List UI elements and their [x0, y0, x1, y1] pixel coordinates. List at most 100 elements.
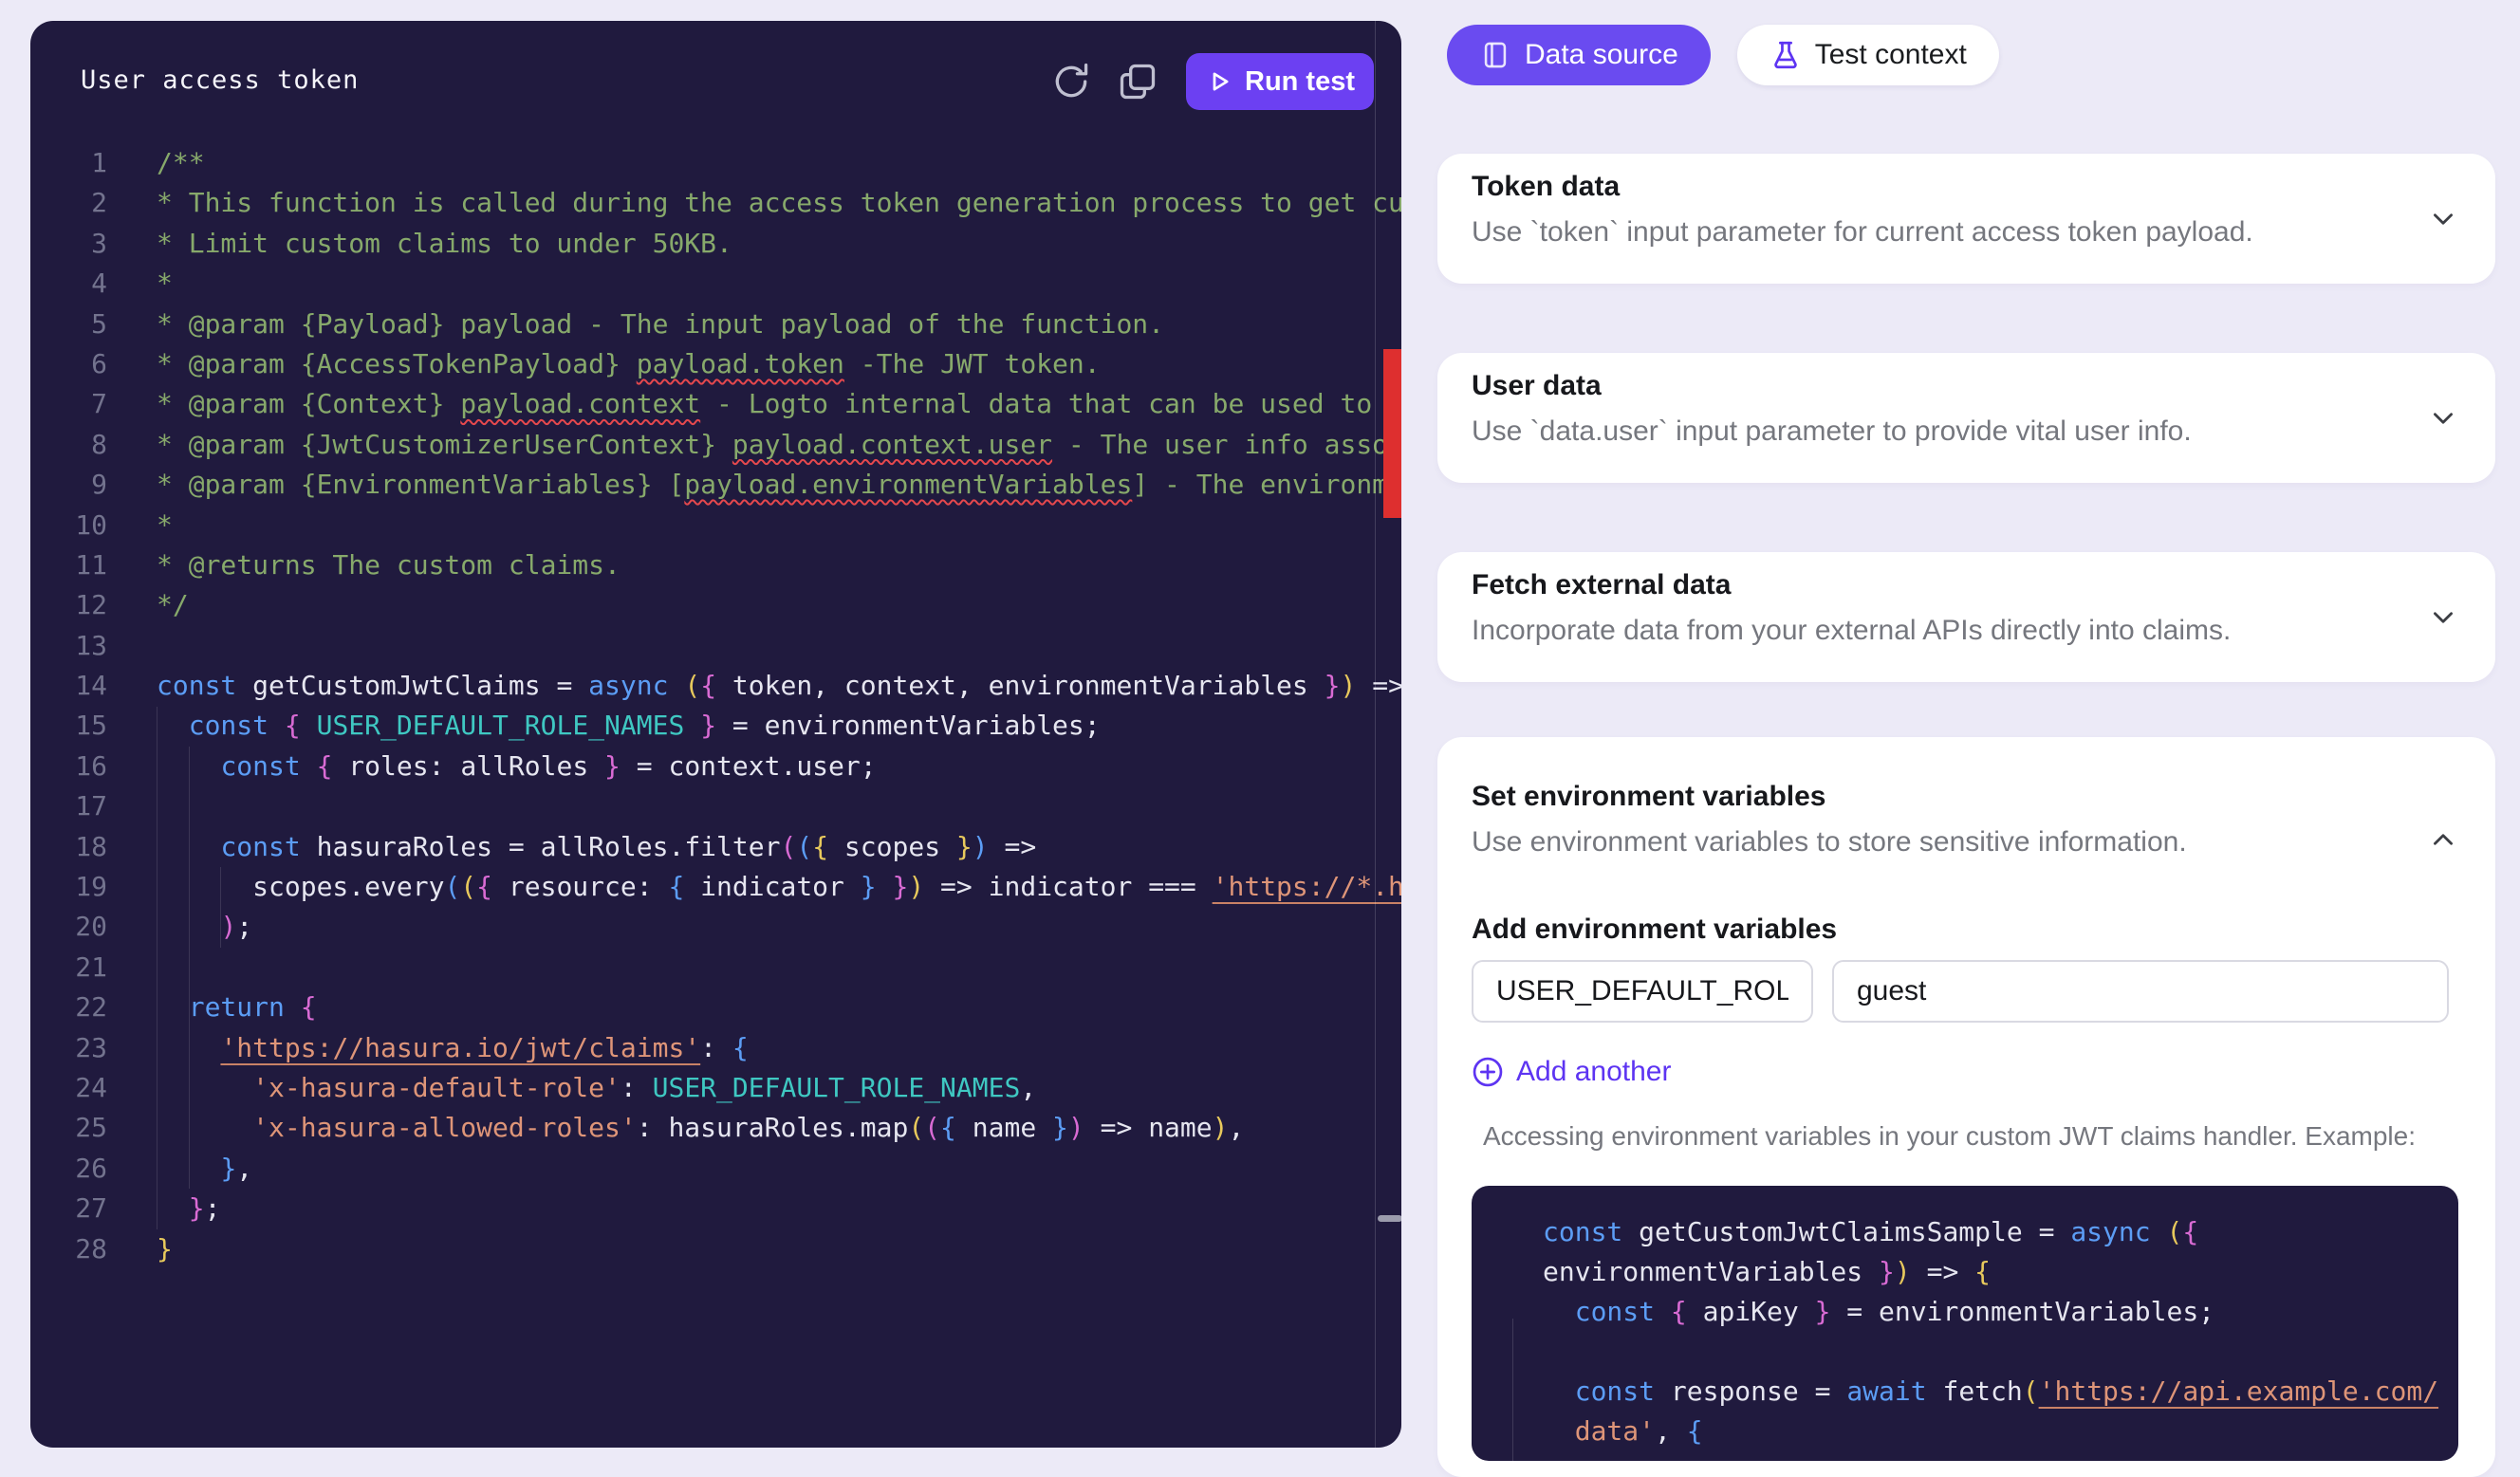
error-marker [1383, 349, 1401, 518]
code-line: 17 [30, 786, 1401, 826]
line-number: 22 [30, 988, 107, 1027]
code-line: 3* Limit custom claims to under 50KB. [30, 224, 1401, 264]
add-another-label: Add another [1516, 1056, 1671, 1088]
chevron-up-icon[interactable] [2429, 825, 2457, 854]
line-number: 2 [30, 183, 107, 223]
sample-code-line: const response = await fetch('https://ap… [1543, 1372, 2458, 1412]
token-data-card: Token data Use `token` input parameter f… [1437, 154, 2495, 284]
sample-code-block: const getCustomJwtClaimsSample = async (… [1472, 1186, 2458, 1461]
line-number: 12 [30, 585, 107, 625]
sample-code-line: environmentVariables }) => { [1543, 1252, 2458, 1292]
code-lines: 1/**2* This function is called during th… [30, 143, 1401, 1269]
line-number: 10 [30, 506, 107, 545]
indent-guide [157, 707, 158, 1229]
code-line: 13 [30, 626, 1401, 666]
card-description: Use `data.user` input parameter to provi… [1472, 414, 2461, 450]
tab-test-context[interactable]: Test context [1737, 25, 1999, 85]
code-line: 18 const hasuraRoles = allRoles.filter((… [30, 827, 1401, 867]
line-number: 23 [30, 1028, 107, 1068]
code-line: 1/** [30, 143, 1401, 183]
add-another-button[interactable]: Add another [1472, 1056, 1671, 1088]
code-line: 14const getCustomJwtClaims = async ({ to… [30, 666, 1401, 706]
sample-code-line: data', { [1543, 1412, 2458, 1451]
line-number: 27 [30, 1189, 107, 1228]
line-number: 7 [30, 384, 107, 424]
line-number: 1 [30, 143, 107, 183]
play-icon [1205, 67, 1233, 96]
code-line: 24 'x-hasura-default-role': USER_DEFAULT… [30, 1068, 1401, 1108]
indent-guide [189, 747, 190, 1189]
env-key-input[interactable] [1472, 960, 1813, 1023]
code-line: 16 const { roles: allRoles } = context.u… [30, 747, 1401, 786]
code-line: 15 const { USER_DEFAULT_ROLE_NAMES } = e… [30, 706, 1401, 746]
horizontal-scrollbar[interactable] [1378, 1215, 1401, 1222]
code-line: 28} [30, 1229, 1401, 1269]
user-data-card: User data Use `data.user` input paramete… [1437, 353, 2495, 483]
line-number: 18 [30, 827, 107, 867]
line-number: 19 [30, 867, 107, 907]
line-number: 8 [30, 425, 107, 465]
code-line: 19 scopes.every(({ resource: { indicator… [30, 867, 1401, 907]
chevron-down-icon[interactable] [2429, 603, 2457, 632]
copy-icon [1117, 61, 1158, 102]
tab-data-source[interactable]: Data source [1447, 25, 1711, 85]
editor-title: User access token [81, 65, 359, 95]
line-number: 24 [30, 1068, 107, 1108]
fetch-external-data-card: Fetch external data Incorporate data fro… [1437, 552, 2495, 682]
line-number: 16 [30, 747, 107, 786]
card-description: Use environment variables to store sensi… [1472, 824, 2461, 860]
run-test-button[interactable]: Run test [1186, 53, 1374, 110]
indent-guide [1512, 1319, 1513, 1461]
code-area[interactable]: 1/**2* This function is called during th… [30, 143, 1401, 1448]
line-number: 21 [30, 948, 107, 988]
code-line: 7* @param {Context} payload.context - Lo… [30, 384, 1401, 424]
card-title: Set environment variables [1472, 779, 2461, 815]
copy-button[interactable] [1117, 61, 1158, 102]
code-line: 23 'https://hasura.io/jwt/claims': { [30, 1028, 1401, 1068]
line-number: 6 [30, 344, 107, 384]
line-number: 14 [30, 666, 107, 706]
env-value-input[interactable] [1832, 960, 2449, 1023]
set-environment-variables-card: Set environment variables Use environmen… [1437, 737, 2495, 1477]
code-line: 10* [30, 506, 1401, 545]
line-number: 3 [30, 224, 107, 264]
chevron-down-icon[interactable] [2429, 404, 2457, 433]
run-test-label: Run test [1245, 66, 1355, 98]
card-title: User data [1472, 368, 2461, 404]
code-line: 21 [30, 948, 1401, 988]
data-source-icon [1479, 39, 1511, 71]
page: { "editor": { "title": "User access toke… [0, 0, 2520, 1448]
plus-circle-icon [1472, 1056, 1504, 1088]
line-number: 9 [30, 465, 107, 505]
refresh-button[interactable] [1050, 61, 1092, 102]
line-number: 5 [30, 305, 107, 344]
code-line: 4* [30, 264, 1401, 304]
code-line: 6* @param {AccessTokenPayload} payload.t… [30, 344, 1401, 384]
line-number: 11 [30, 545, 107, 585]
card-description: Use `token` input parameter for current … [1472, 214, 2461, 250]
line-number: 25 [30, 1108, 107, 1148]
add-env-variables-label: Add environment variables [1472, 912, 2461, 948]
env-variable-row [1472, 960, 2461, 1023]
line-number: 17 [30, 786, 107, 826]
card-title: Fetch external data [1472, 567, 2461, 603]
code-line: 9* @param {EnvironmentVariables} [payloa… [30, 465, 1401, 505]
line-number: 26 [30, 1149, 107, 1189]
chevron-down-icon[interactable] [2429, 205, 2457, 233]
card-title: Token data [1472, 169, 2461, 205]
code-line: 5* @param {Payload} payload - The input … [30, 305, 1401, 344]
tab-data-source-label: Data source [1525, 39, 1678, 71]
sample-code-line: const { apiKey } = environmentVariables; [1543, 1292, 2458, 1332]
tab-test-context-label: Test context [1815, 39, 1967, 71]
sample-code-line [1543, 1332, 2458, 1372]
line-number: 4 [30, 264, 107, 304]
code-editor-panel: User access token Run test 1/**2* This f… [30, 21, 1401, 1448]
code-line: 22 return { [30, 988, 1401, 1027]
env-example-intro: Accessing environment variables in your … [1472, 1118, 2461, 1154]
line-number: 28 [30, 1229, 107, 1269]
code-line: 27 }; [30, 1189, 1401, 1228]
line-number: 15 [30, 706, 107, 746]
sample-code-lines: const getCustomJwtClaimsSample = async (… [1543, 1212, 2458, 1451]
refresh-icon [1050, 61, 1092, 102]
editor-header: User access token Run test [30, 21, 1401, 144]
